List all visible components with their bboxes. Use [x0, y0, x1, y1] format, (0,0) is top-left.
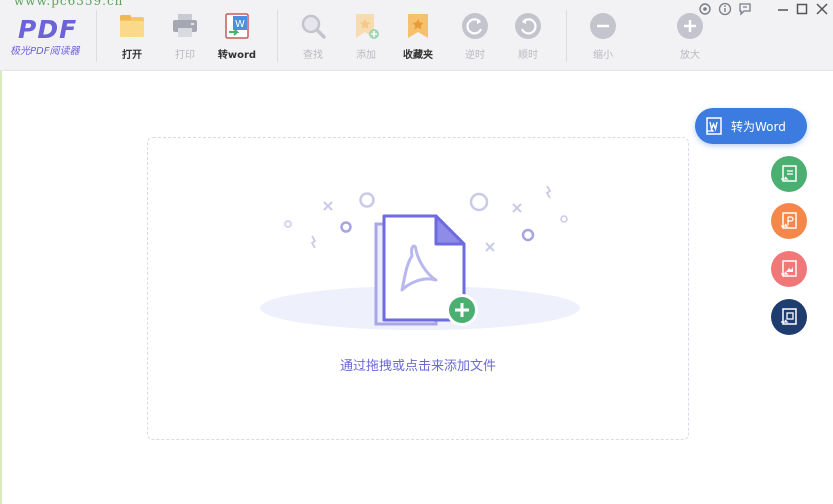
open-button[interactable]: 打开	[106, 8, 158, 64]
window-left-edge	[0, 70, 2, 504]
rotate-ccw-button[interactable]: 逆时	[449, 8, 501, 64]
convert-to-excel-button[interactable]	[771, 156, 807, 192]
close-icon[interactable]	[815, 2, 829, 16]
zoom-in-button[interactable]: 放大	[664, 8, 716, 64]
convert-word-icon: W	[225, 13, 249, 39]
convert-to-word-button[interactable]: 转为Word	[695, 108, 807, 144]
folder-icon	[120, 15, 144, 37]
excel-doc-icon	[781, 165, 797, 182]
zoom-out-label: 缩小	[593, 50, 613, 61]
to-word-label: 转word	[217, 50, 257, 61]
favorites-icon	[408, 14, 428, 38]
rotate-left-icon	[462, 13, 488, 39]
maximize-icon[interactable]	[795, 2, 809, 16]
ppt-doc-icon	[781, 212, 797, 229]
find-button[interactable]: 查找	[287, 8, 339, 64]
rotate-ccw-label: 逆时	[465, 50, 485, 61]
watermark-text: www.pc6359.cn	[14, 0, 124, 8]
info-icon[interactable]	[718, 2, 732, 16]
favorites-label: 收藏夹	[403, 50, 433, 61]
app-logo: PDF 极光PDF阅读器	[8, 12, 90, 60]
toolbar-divider	[566, 10, 567, 62]
search-icon	[301, 14, 326, 39]
settings-icon[interactable]	[698, 2, 712, 16]
zoom-in-label: 放大	[680, 50, 700, 61]
add-bookmark-icon	[356, 14, 379, 39]
print-button[interactable]: 打印	[159, 8, 211, 64]
printer-icon	[173, 14, 197, 37]
word-doc-icon	[706, 117, 722, 135]
convert-to-ppt-button[interactable]	[771, 203, 807, 239]
open-label: 打开	[122, 50, 142, 61]
print-label: 打印	[175, 50, 195, 61]
logo-main-text: PDF	[18, 15, 78, 44]
toolbar-divider	[277, 10, 278, 62]
zoom-out-icon	[590, 13, 616, 39]
rotate-right-icon	[515, 13, 541, 39]
add-label: 添加	[356, 50, 376, 61]
find-label: 查找	[303, 50, 323, 61]
rotate-cw-button[interactable]: 顺时	[502, 8, 554, 64]
convert-to-image-button[interactable]	[771, 251, 807, 287]
drop-hint-text: 通过拖拽或点击来添加文件	[339, 359, 496, 374]
logo-sub-text: 极光PDF阅读器	[10, 46, 80, 57]
convert-other-button[interactable]	[771, 299, 807, 335]
add-bookmark-button[interactable]: 添加	[340, 8, 392, 64]
favorites-button[interactable]: 收藏夹	[392, 8, 444, 64]
feedback-icon[interactable]	[738, 2, 752, 16]
image-doc-icon	[781, 260, 797, 277]
doc-convert-icon	[781, 308, 797, 325]
toolbar: www.pc6359.cn PDF 极光PDF阅读器 打开 打印 W 转word…	[0, 0, 833, 71]
rotate-cw-label: 顺时	[518, 50, 538, 61]
convert-to-word-label: 转为Word	[731, 120, 786, 134]
to-word-button[interactable]: W 转word	[211, 8, 263, 64]
minimize-icon[interactable]	[776, 2, 790, 16]
add-pdf-illustration	[260, 185, 580, 330]
toolbar-divider	[96, 10, 97, 62]
svg-text:W: W	[235, 19, 245, 30]
zoom-out-button[interactable]: 缩小	[577, 8, 629, 64]
